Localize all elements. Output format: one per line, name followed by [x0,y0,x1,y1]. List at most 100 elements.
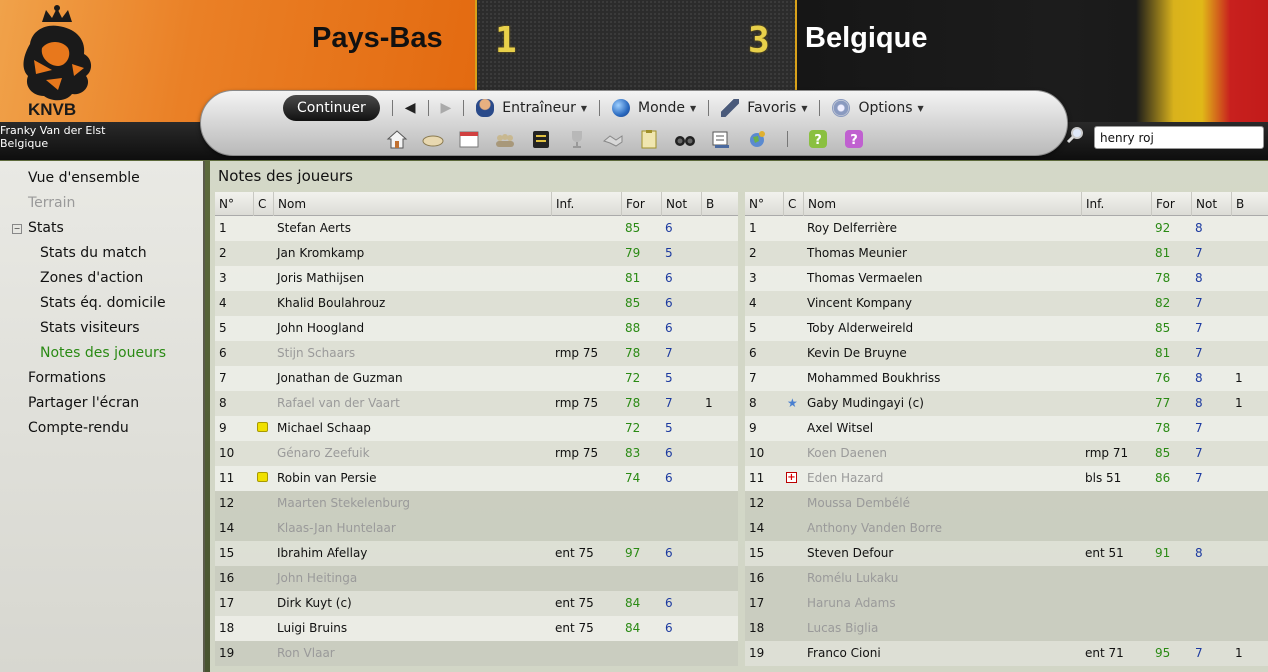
inbox-icon[interactable] [422,129,444,149]
player-name[interactable]: Mohammed Boukhriss [803,366,1081,391]
player-name[interactable]: Rafael van der Vaart [273,391,551,416]
table-row[interactable]: 15 Steven Defour ent 51 91 8 [745,541,1268,566]
sidebar-item-home-stats[interactable]: Stats éq. domicile [40,295,166,311]
player-name[interactable]: Thomas Vermaelen [803,266,1081,291]
player-name[interactable]: Ibrahim Afellay [273,541,551,566]
player-name[interactable]: Koen Daenen [803,441,1081,466]
player-name[interactable]: Jonathan de Guzman [273,366,551,391]
header-col-number[interactable]: N° [215,192,253,216]
table-row[interactable]: 4 Khalid Boulahrouz 85 6 [215,291,738,316]
table-row[interactable]: 16 John Heitinga [215,566,738,591]
player-name[interactable]: Thomas Meunier [803,241,1081,266]
menu-favoris[interactable]: Favoris ▼ [721,99,807,117]
header-col-form[interactable]: For [621,192,661,216]
menu-monde[interactable]: Monde ▼ [612,99,696,117]
table-row[interactable]: 5 Toby Alderweireld 85 7 [745,316,1268,341]
player-name[interactable]: Khalid Boulahrouz [273,291,551,316]
table-row[interactable]: 10 Koen Daenen rmp 71 85 7 [745,441,1268,466]
sidebar-item-match-stats[interactable]: Stats du match [40,245,147,261]
player-name[interactable]: Eden Hazard [803,466,1081,491]
table-row[interactable]: 11 + Eden Hazard bls 51 86 7 [745,466,1268,491]
player-name[interactable]: Ron Vlaar [273,641,551,666]
menu-options[interactable]: Options ▼ [832,99,924,117]
table-row[interactable]: 19 Ron Vlaar [215,641,738,666]
player-name[interactable]: Haruna Adams [803,591,1081,616]
table-row[interactable]: 2 Jan Kromkamp 79 5 [215,241,738,266]
table-row[interactable]: 3 Joris Mathijsen 81 6 [215,266,738,291]
table-row[interactable]: 11 Robin van Persie 74 6 [215,466,738,491]
sidebar-item-away-stats[interactable]: Stats visiteurs [40,320,140,336]
player-name[interactable]: Roy Delferrière [803,216,1081,241]
calendar-icon[interactable] [458,129,480,149]
player-name[interactable]: Lucas Biglia [803,616,1081,641]
header-col-info[interactable]: Inf. [1081,192,1151,216]
header-col-form[interactable]: For [1151,192,1191,216]
help-icon[interactable]: ? [807,129,829,149]
trophy-icon[interactable] [566,129,588,149]
sidebar-item-split-screen[interactable]: Partager l'écran [28,395,139,411]
table-row[interactable]: 6 Stijn Schaars rmp 75 78 7 [215,341,738,366]
table-row[interactable]: 12 Moussa Dembélé [745,491,1268,516]
sidebar-item-stats[interactable]: − Stats [12,220,64,236]
player-name[interactable]: John Heitinga [273,566,551,591]
header-col-rating[interactable]: Not [1191,192,1231,216]
header-col-number[interactable]: N° [745,192,783,216]
player-name[interactable]: Luigi Bruins [273,616,551,641]
player-name[interactable]: Joris Mathijsen [273,266,551,291]
finance-icon[interactable] [710,129,732,149]
home-icon[interactable] [386,129,408,149]
sidebar-item-action-zones[interactable]: Zones d'action [40,270,143,286]
support-icon[interactable]: ? [843,129,865,149]
player-name[interactable]: Klaas-Jan Huntelaar [273,516,551,541]
table-row[interactable]: 17 Haruna Adams [745,591,1268,616]
player-name[interactable]: Stefan Aerts [273,216,551,241]
table-row[interactable]: 8 Rafael van der Vaart rmp 75 78 7 1 [215,391,738,416]
table-row[interactable]: 16 Romélu Lukaku [745,566,1268,591]
table-row[interactable]: 7 Jonathan de Guzman 72 5 [215,366,738,391]
table-row[interactable]: 5 John Hoogland 88 6 [215,316,738,341]
player-name[interactable]: Franco Cioni [803,641,1081,666]
player-name[interactable]: Gaby Mudingayi (c) [803,391,1081,416]
table-row[interactable]: 17 Dirk Kuyt (c) ent 75 84 6 [215,591,738,616]
sidebar-item-player-ratings[interactable]: Notes des joueurs [40,345,166,361]
player-name[interactable]: Génaro Zeefuik [273,441,551,466]
search-input[interactable]: henry roj [1094,126,1264,149]
table-row[interactable]: 1 Roy Delferrière 92 8 [745,216,1268,241]
notes-clipboard-icon[interactable] [638,129,660,149]
header-col-goals[interactable]: B [701,192,738,216]
header-col-goals[interactable]: B [1231,192,1268,216]
forward-arrow-icon[interactable]: ▶ [441,100,452,116]
table-row[interactable]: 1 Stefan Aerts 85 6 [215,216,738,241]
player-name[interactable]: Robin van Persie [273,466,551,491]
binoculars-icon[interactable] [674,129,696,149]
back-arrow-icon[interactable]: ◀ [405,100,416,116]
header-col-card[interactable]: C [253,192,273,216]
table-row[interactable]: 12 Maarten Stekelenburg [215,491,738,516]
continue-button[interactable]: Continuer [283,95,380,121]
player-name[interactable]: Jan Kromkamp [273,241,551,266]
player-name[interactable]: Axel Witsel [803,416,1081,441]
player-name[interactable]: John Hoogland [273,316,551,341]
player-name[interactable]: Vincent Kompany [803,291,1081,316]
table-row[interactable]: 8 ★ Gaby Mudingayi (c) 77 8 1 [745,391,1268,416]
sidebar-item-overview[interactable]: Vue d'ensemble [28,170,140,186]
header-col-name[interactable]: Nom [273,192,551,216]
table-row[interactable]: 7 Mohammed Boukhriss 76 8 1 [745,366,1268,391]
menu-entraineur[interactable]: Entraîneur ▼ [476,99,587,117]
player-name[interactable]: Dirk Kuyt (c) [273,591,551,616]
player-name[interactable]: Michael Schaap [273,416,551,441]
table-row[interactable]: 19 Franco Cioni ent 71 95 7 1 [745,641,1268,666]
table-row[interactable]: 4 Vincent Kompany 82 7 [745,291,1268,316]
table-row[interactable]: 14 Anthony Vanden Borre [745,516,1268,541]
header-col-rating[interactable]: Not [661,192,701,216]
table-row[interactable]: 10 Génaro Zeefuik rmp 75 83 6 [215,441,738,466]
player-name[interactable]: Toby Alderweireld [803,316,1081,341]
sidebar-item-formations[interactable]: Formations [28,370,106,386]
player-name[interactable]: Maarten Stekelenburg [273,491,551,516]
player-name[interactable]: Stijn Schaars [273,341,551,366]
table-row[interactable]: 18 Luigi Bruins ent 75 84 6 [215,616,738,641]
header-col-name[interactable]: Nom [803,192,1081,216]
header-col-info[interactable]: Inf. [551,192,621,216]
collapse-icon[interactable]: − [12,224,22,234]
player-name[interactable]: Anthony Vanden Borre [803,516,1081,541]
